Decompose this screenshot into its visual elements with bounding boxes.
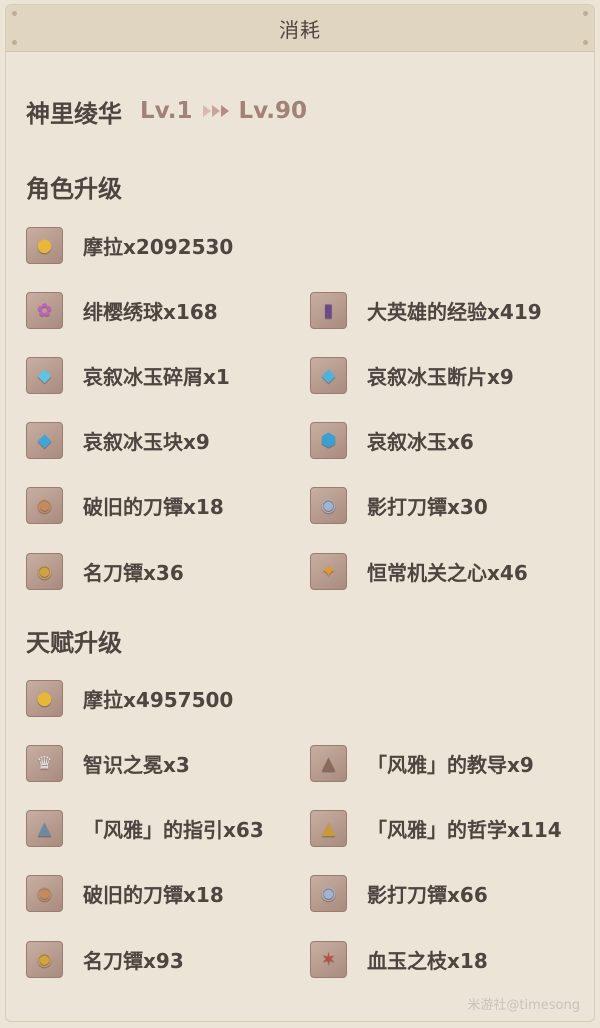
material-label: 破旧的刀镡x18	[83, 882, 224, 907]
material-label: 破旧的刀镡x18	[83, 494, 224, 519]
corner-dot	[12, 40, 17, 45]
material-label: 摩拉x4957500	[83, 687, 234, 712]
material-item: ◉ 名刀镡x36	[26, 551, 184, 591]
section-title-ascension: 角色升级	[26, 175, 122, 203]
perpetual-heart-icon: ✦	[310, 552, 347, 590]
shivada-jade-gemstone-icon: ⬢	[310, 421, 347, 459]
material-item: ◉ 破旧的刀镡x18	[26, 873, 224, 913]
material-item: ✶ 血玉之枝x18	[310, 939, 488, 979]
shivada-jade-chunk-icon: ◆	[26, 421, 63, 459]
level-from: Lv.1	[140, 98, 193, 124]
material-item: ● 摩拉x4957500	[26, 678, 233, 718]
famous-handguard-icon: ◉	[26, 552, 63, 590]
teachings-of-elegance-icon: ▲	[310, 744, 347, 782]
corner-dot	[583, 40, 588, 45]
bloodjade-branch-icon: ✶	[310, 940, 347, 978]
material-label: 「风雅」的指引x63	[83, 817, 264, 842]
material-item: ✦ 恒常机关之心x46	[310, 551, 528, 591]
consumption-panel: 消耗 神里绫华 Lv.1 Lv.90 角色升级 ● 摩拉x2092530 ✿ 绯樱绣球…	[5, 4, 595, 1022]
old-handguard-icon: ◉	[26, 486, 63, 524]
kageuchi-handguard-icon: ◉	[310, 486, 347, 524]
shivada-jade-fragment-icon: ◆	[310, 356, 347, 394]
panel-header: 消耗	[6, 5, 594, 52]
material-label: 智识之冕x3	[83, 752, 190, 777]
heros-wit-book-icon: ▮	[310, 291, 347, 329]
material-label: 哀叙冰玉块x9	[83, 429, 210, 454]
material-label: 「风雅」的哲学x114	[367, 817, 562, 842]
material-label: 「风雅」的教导x9	[367, 752, 534, 777]
material-label: 名刀镡x36	[83, 560, 184, 585]
material-item: ◉ 破旧的刀镡x18	[26, 485, 224, 525]
famous-handguard-icon: ◉	[26, 940, 63, 978]
material-item: ▮ 大英雄的经验x419	[310, 290, 542, 330]
material-item: ▲ 「风雅」的哲学x114	[310, 808, 562, 848]
material-label: 影打刀镡x30	[367, 494, 488, 519]
corner-dot	[12, 11, 17, 16]
character-name: 神里绫华	[26, 99, 122, 128]
material-item: ♛ 智识之冕x3	[26, 743, 190, 783]
material-item: ◆ 哀叙冰玉断片x9	[310, 355, 514, 395]
mora-coin-icon: ●	[26, 679, 63, 717]
mora-coin-icon: ●	[26, 226, 63, 264]
old-handguard-icon: ◉	[26, 874, 63, 912]
material-item: ▲ 「风雅」的教导x9	[310, 743, 534, 783]
guide-to-elegance-icon: ▲	[26, 809, 63, 847]
material-label: 名刀镡x93	[83, 948, 184, 973]
material-item: ◆ 哀叙冰玉碎屑x1	[26, 355, 230, 395]
material-item: ◉ 影打刀镡x30	[310, 485, 488, 525]
level-to: Lv.90	[238, 98, 308, 124]
material-label: 摩拉x2092530	[83, 234, 234, 259]
material-label: 大英雄的经验x419	[367, 299, 542, 324]
philosophies-of-elegance-icon: ▲	[310, 809, 347, 847]
crown-of-insight-icon: ♛	[26, 744, 63, 782]
corner-dot	[583, 11, 588, 16]
material-label: 哀叙冰玉x6	[367, 429, 474, 454]
material-item: ⬢ 哀叙冰玉x6	[310, 420, 474, 460]
material-label: 绯樱绣球x168	[83, 299, 218, 324]
section-title-talents: 天赋升级	[26, 629, 122, 657]
material-label: 影打刀镡x66	[367, 882, 488, 907]
material-label: 恒常机关之心x46	[367, 560, 528, 585]
material-item: ◉ 影打刀镡x66	[310, 873, 488, 913]
material-label: 哀叙冰玉碎屑x1	[83, 364, 230, 389]
material-item: ◆ 哀叙冰玉块x9	[26, 420, 210, 460]
material-item: ▲ 「风雅」的指引x63	[26, 808, 264, 848]
material-item: ● 摩拉x2092530	[26, 225, 233, 265]
material-item: ◉ 名刀镡x93	[26, 939, 184, 979]
kageuchi-handguard-icon: ◉	[310, 874, 347, 912]
shivada-jade-sliver-icon: ◆	[26, 356, 63, 394]
watermark: 米游社@timesong	[467, 998, 580, 1013]
material-label: 哀叙冰玉断片x9	[367, 364, 514, 389]
panel-title: 消耗	[279, 17, 321, 42]
character-level-range: 神里绫华 Lv.1 Lv.90	[26, 93, 307, 129]
sakura-bloom-icon: ✿	[26, 291, 63, 329]
material-label: 血玉之枝x18	[367, 948, 488, 973]
material-item: ✿ 绯樱绣球x168	[26, 290, 218, 330]
arrow-right-icon	[202, 105, 229, 117]
